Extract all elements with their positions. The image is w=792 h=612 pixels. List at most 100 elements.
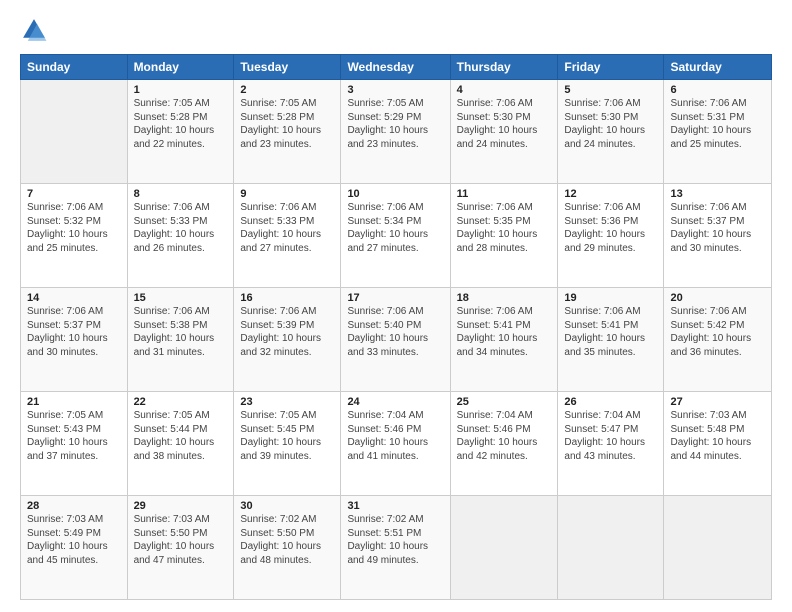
day-number: 10	[347, 188, 443, 200]
day-number: 15	[134, 292, 228, 304]
calendar-cell: 16 Sunrise: 7:06 AMSunset: 5:39 PMDayligh…	[234, 288, 341, 392]
week-row-4: 21 Sunrise: 7:05 AMSunset: 5:43 PMDayligh…	[21, 392, 772, 496]
calendar-cell	[558, 496, 664, 600]
day-header-monday: Monday	[127, 55, 234, 80]
day-number: 21	[27, 396, 121, 408]
cell-info: Sunrise: 7:05 AMSunset: 5:43 PMDaylight:…	[27, 410, 108, 462]
calendar-cell: 9 Sunrise: 7:06 AMSunset: 5:33 PMDaylight…	[234, 184, 341, 288]
calendar-cell: 27 Sunrise: 7:03 AMSunset: 5:48 PMDayligh…	[664, 392, 772, 496]
cell-info: Sunrise: 7:03 AMSunset: 5:49 PMDaylight:…	[27, 514, 108, 566]
cell-info: Sunrise: 7:06 AMSunset: 5:38 PMDaylight:…	[134, 306, 215, 358]
cell-info: Sunrise: 7:02 AMSunset: 5:51 PMDaylight:…	[347, 514, 428, 566]
cell-info: Sunrise: 7:05 AMSunset: 5:28 PMDaylight:…	[240, 98, 321, 150]
logo	[20, 16, 52, 44]
cell-info: Sunrise: 7:06 AMSunset: 5:41 PMDaylight:…	[457, 306, 538, 358]
week-row-1: 1 Sunrise: 7:05 AMSunset: 5:28 PMDaylight…	[21, 80, 772, 184]
day-number: 22	[134, 396, 228, 408]
calendar-cell: 19Sunrise: 7:06 AMSunset: 5:41 PMDayligh…	[558, 288, 664, 392]
logo-icon	[20, 16, 48, 44]
day-number: 7	[27, 188, 121, 200]
cell-info: Sunrise: 7:06 AMSunset: 5:33 PMDaylight:…	[240, 202, 321, 254]
day-header-thursday: Thursday	[450, 55, 558, 80]
day-number: 16	[240, 292, 334, 304]
cell-info: Sunrise: 7:06 AMSunset: 5:40 PMDaylight:…	[347, 306, 428, 358]
calendar-cell: 6Sunrise: 7:06 AMSunset: 5:31 PMDaylight…	[664, 80, 772, 184]
week-row-5: 28 Sunrise: 7:03 AMSunset: 5:49 PMDayligh…	[21, 496, 772, 600]
day-number: 17	[347, 292, 443, 304]
calendar-cell: 15 Sunrise: 7:06 AMSunset: 5:38 PMDayligh…	[127, 288, 234, 392]
day-number: 30	[240, 500, 334, 512]
calendar-cell: 4 Sunrise: 7:06 AMSunset: 5:30 PMDaylight…	[450, 80, 558, 184]
calendar-cell: 8 Sunrise: 7:06 AMSunset: 5:33 PMDaylight…	[127, 184, 234, 288]
header	[20, 16, 772, 44]
day-number: 14	[27, 292, 121, 304]
cell-info: Sunrise: 7:05 AMSunset: 5:29 PMDaylight:…	[347, 98, 428, 150]
calendar-cell: 24 Sunrise: 7:04 AMSunset: 5:46 PMDayligh…	[341, 392, 450, 496]
calendar-cell	[664, 496, 772, 600]
calendar-table: SundayMondayTuesdayWednesdayThursdayFrid…	[20, 54, 772, 600]
calendar-cell: 25 Sunrise: 7:04 AMSunset: 5:46 PMDayligh…	[450, 392, 558, 496]
day-number: 1	[134, 84, 228, 96]
day-header-sunday: Sunday	[21, 55, 128, 80]
day-header-saturday: Saturday	[664, 55, 772, 80]
cell-info: Sunrise: 7:06 AMSunset: 5:30 PMDaylight:…	[564, 98, 645, 150]
cell-info: Sunrise: 7:06 AMSunset: 5:39 PMDaylight:…	[240, 306, 321, 358]
calendar-cell: 28 Sunrise: 7:03 AMSunset: 5:49 PMDayligh…	[21, 496, 128, 600]
calendar-cell: 20Sunrise: 7:06 AMSunset: 5:42 PMDayligh…	[664, 288, 772, 392]
calendar-cell	[21, 80, 128, 184]
day-number: 4	[457, 84, 552, 96]
calendar-cell: 18 Sunrise: 7:06 AMSunset: 5:41 PMDayligh…	[450, 288, 558, 392]
day-number: 11	[457, 188, 552, 200]
calendar-cell: 1 Sunrise: 7:05 AMSunset: 5:28 PMDaylight…	[127, 80, 234, 184]
header-row: SundayMondayTuesdayWednesdayThursdayFrid…	[21, 55, 772, 80]
cell-info: Sunrise: 7:06 AMSunset: 5:30 PMDaylight:…	[457, 98, 538, 150]
week-row-2: 7 Sunrise: 7:06 AMSunset: 5:32 PMDaylight…	[21, 184, 772, 288]
cell-info: Sunrise: 7:05 AMSunset: 5:45 PMDaylight:…	[240, 410, 321, 462]
calendar-cell: 23 Sunrise: 7:05 AMSunset: 5:45 PMDayligh…	[234, 392, 341, 496]
day-number: 28	[27, 500, 121, 512]
calendar-cell: 10 Sunrise: 7:06 AMSunset: 5:34 PMDayligh…	[341, 184, 450, 288]
calendar-cell: 14 Sunrise: 7:06 AMSunset: 5:37 PMDayligh…	[21, 288, 128, 392]
calendar-cell: 31 Sunrise: 7:02 AMSunset: 5:51 PMDayligh…	[341, 496, 450, 600]
day-number: 3	[347, 84, 443, 96]
cell-info: Sunrise: 7:06 AMSunset: 5:32 PMDaylight:…	[27, 202, 108, 254]
calendar-cell: 12Sunrise: 7:06 AMSunset: 5:36 PMDayligh…	[558, 184, 664, 288]
calendar-cell: 29Sunrise: 7:03 AMSunset: 5:50 PMDayligh…	[127, 496, 234, 600]
calendar-cell: 30Sunrise: 7:02 AMSunset: 5:50 PMDayligh…	[234, 496, 341, 600]
day-number: 31	[347, 500, 443, 512]
day-header-friday: Friday	[558, 55, 664, 80]
cell-info: Sunrise: 7:06 AMSunset: 5:36 PMDaylight:…	[564, 202, 645, 254]
cell-info: Sunrise: 7:03 AMSunset: 5:48 PMDaylight:…	[670, 410, 751, 462]
cell-info: Sunrise: 7:05 AMSunset: 5:44 PMDaylight:…	[134, 410, 215, 462]
cell-info: Sunrise: 7:04 AMSunset: 5:46 PMDaylight:…	[457, 410, 538, 462]
calendar-cell: 2 Sunrise: 7:05 AMSunset: 5:28 PMDaylight…	[234, 80, 341, 184]
day-number: 19	[564, 292, 657, 304]
cell-info: Sunrise: 7:06 AMSunset: 5:35 PMDaylight:…	[457, 202, 538, 254]
calendar-cell	[450, 496, 558, 600]
calendar-cell: 17 Sunrise: 7:06 AMSunset: 5:40 PMDayligh…	[341, 288, 450, 392]
week-row-3: 14 Sunrise: 7:06 AMSunset: 5:37 PMDayligh…	[21, 288, 772, 392]
calendar-cell: 22 Sunrise: 7:05 AMSunset: 5:44 PMDayligh…	[127, 392, 234, 496]
calendar-cell: 26 Sunrise: 7:04 AMSunset: 5:47 PMDayligh…	[558, 392, 664, 496]
day-number: 9	[240, 188, 334, 200]
cell-info: Sunrise: 7:06 AMSunset: 5:37 PMDaylight:…	[670, 202, 751, 254]
day-number: 23	[240, 396, 334, 408]
day-number: 6	[670, 84, 765, 96]
day-number: 26	[564, 396, 657, 408]
cell-info: Sunrise: 7:05 AMSunset: 5:28 PMDaylight:…	[134, 98, 215, 150]
page: SundayMondayTuesdayWednesdayThursdayFrid…	[0, 0, 792, 612]
calendar-cell: 5Sunrise: 7:06 AMSunset: 5:30 PMDaylight…	[558, 80, 664, 184]
day-number: 2	[240, 84, 334, 96]
cell-info: Sunrise: 7:06 AMSunset: 5:37 PMDaylight:…	[27, 306, 108, 358]
cell-info: Sunrise: 7:04 AMSunset: 5:46 PMDaylight:…	[347, 410, 428, 462]
day-number: 25	[457, 396, 552, 408]
day-number: 24	[347, 396, 443, 408]
cell-info: Sunrise: 7:03 AMSunset: 5:50 PMDaylight:…	[134, 514, 215, 566]
day-number: 18	[457, 292, 552, 304]
cell-info: Sunrise: 7:04 AMSunset: 5:47 PMDaylight:…	[564, 410, 645, 462]
day-header-wednesday: Wednesday	[341, 55, 450, 80]
day-number: 27	[670, 396, 765, 408]
day-number: 8	[134, 188, 228, 200]
cell-info: Sunrise: 7:06 AMSunset: 5:33 PMDaylight:…	[134, 202, 215, 254]
cell-info: Sunrise: 7:06 AMSunset: 5:34 PMDaylight:…	[347, 202, 428, 254]
